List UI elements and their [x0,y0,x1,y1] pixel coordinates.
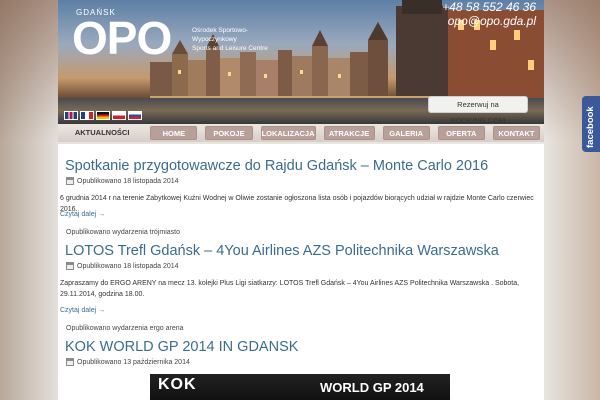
post-title-3[interactable]: KOK WORLD GP 2014 IN GDANSK [65,339,298,355]
header-banner: GDAŃSK OPO Ośrodek Sportowo-Wypoczynkowy… [58,0,544,126]
ru-flag[interactable] [128,111,142,120]
calendar-icon [66,358,74,366]
read-more-link-1[interactable]: Czytaj dalej → [60,211,105,218]
pl-flag[interactable] [112,111,126,120]
fr-flag[interactable] [80,111,94,120]
contact-block: +48 58 552 46 36 opo@opo.gda.pl [442,0,536,28]
nav-kontakt[interactable]: KONTAKT [492,126,540,140]
opo-logo[interactable]: OPO [72,14,172,62]
facebook-label: facebook [585,106,596,148]
nav-home[interactable]: HOME [150,126,198,140]
nav-galeria[interactable]: GALERIA [382,126,430,140]
post-title-1[interactable]: Spotkanie przygotowawcze do Rajdu Gdańsk… [65,158,488,174]
logo-subtitle: Ośrodek Sportowo-Wypoczynkowy Sports and… [192,26,292,53]
phone-number[interactable]: +48 58 552 46 36 [442,0,536,14]
kok-world-gp-image[interactable]: KOK WORLD GP 2014 [150,374,450,400]
nav-aktualnosci[interactable]: AKTUALNOŚCI [58,124,146,142]
nav-pokoje[interactable]: POKOJE [205,126,253,140]
posts-list: Spotkanie przygotowawcze do Rajdu Gdańsk… [58,144,544,400]
calendar-icon [66,177,74,185]
logo-subtitle-en: Sports and Leisure Centre [192,45,268,52]
post-date-3: Opublikowano 13 października 2014 [66,358,190,366]
logo-subtitle-pl: Ośrodek Sportowo-Wypoczynkowy [192,27,248,43]
nav-oferta[interactable]: OFERTA [437,126,485,140]
booking-button[interactable]: Rezerwuj na BOOKING.COM [428,96,528,125]
post-date-text: Opublikowano 18 listopada 2014 [77,177,179,185]
nav-atrakcje[interactable]: ATRAKCJE [323,126,375,140]
main-nav: AKTUALNOŚCI HOME POKOJE LOKALIZACJA ATRA… [58,124,544,142]
de-flag[interactable] [96,111,110,120]
post-category-2[interactable]: Opublikowano wydarzenia ergo arena [66,325,184,332]
read-more-link-2[interactable]: Czytaj dalej → [60,307,105,314]
kok-logo-text: KOK [158,376,197,393]
en-flag[interactable] [64,111,78,120]
post-date-text: Opublikowano 13 października 2014 [77,358,190,366]
post-date-text: Opublikowano 18 listopada 2014 [77,262,179,270]
language-flags [64,111,142,120]
email-address[interactable]: opo@opo.gda.pl [442,14,536,28]
post-title-2[interactable]: LOTOS Trefl Gdańsk – 4You Airlines AZS P… [65,243,499,259]
post-category-1[interactable]: Opublikowano wydarzenia trójmiasto [66,229,180,236]
post-excerpt-2: Zapraszamy do ERGO ARENY na mecz 13. kol… [60,280,520,298]
post-date-2: Opublikowano 18 listopada 2014 [66,262,179,270]
nav-lokalizacja[interactable]: LOKALIZACJA [260,126,316,140]
facebook-tab[interactable]: facebook [582,96,600,152]
calendar-icon [66,262,74,270]
post-excerpt-1: 6 grudnia 2014 r na terenie Zabytkowej K… [60,195,534,213]
post-date-1: Opublikowano 18 listopada 2014 [66,177,179,185]
kok-image-text: WORLD GP 2014 [320,380,424,395]
